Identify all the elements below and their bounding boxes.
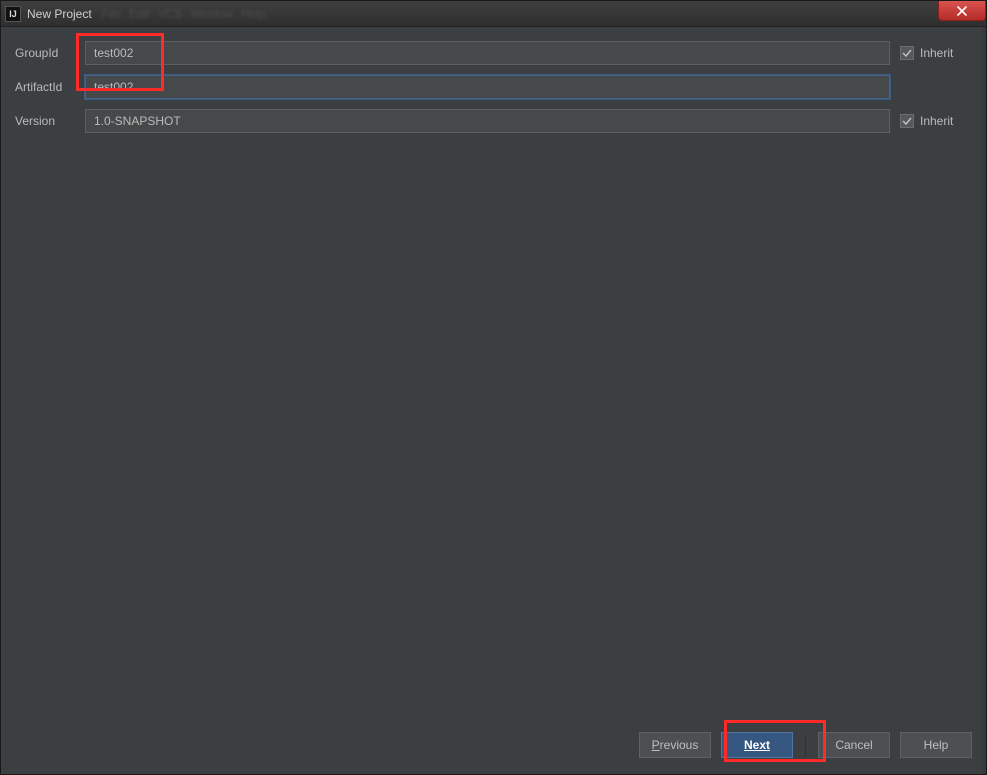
window-title: New Project (27, 7, 92, 21)
groupid-inherit-checkbox[interactable] (900, 46, 914, 60)
groupid-label: GroupId (15, 46, 75, 60)
groupid-input[interactable] (85, 41, 890, 65)
button-bar: Previous Next Cancel Help (1, 728, 986, 774)
version-inherit-checkbox[interactable] (900, 114, 914, 128)
close-button[interactable] (938, 1, 986, 21)
cancel-button[interactable]: Cancel (818, 732, 890, 758)
version-inherit[interactable]: Inherit (900, 114, 972, 128)
intellij-icon: IJ (5, 6, 21, 22)
new-project-window: IJ New Project File Edit VCS Window Help… (0, 0, 987, 775)
artifactid-row: ArtifactId (15, 75, 972, 99)
form-area: GroupId Inherit ArtifactId Version (1, 27, 986, 728)
previous-button[interactable]: Previous (639, 732, 711, 758)
version-input[interactable] (85, 109, 890, 133)
background-menu: File Edit VCS Window Help (102, 7, 266, 21)
check-icon (902, 116, 912, 126)
artifactid-input[interactable] (85, 75, 890, 99)
version-inherit-label: Inherit (920, 114, 953, 128)
artifactid-label: ArtifactId (15, 80, 75, 94)
next-button[interactable]: Next (721, 732, 793, 758)
button-separator (805, 734, 806, 756)
titlebar: IJ New Project File Edit VCS Window Help (1, 1, 986, 27)
check-icon (902, 48, 912, 58)
groupid-inherit[interactable]: Inherit (900, 46, 972, 60)
version-label: Version (15, 114, 75, 128)
groupid-inherit-label: Inherit (920, 46, 953, 60)
help-button[interactable]: Help (900, 732, 972, 758)
groupid-row: GroupId Inherit (15, 41, 972, 65)
close-icon (956, 6, 968, 16)
version-row: Version Inherit (15, 109, 972, 133)
